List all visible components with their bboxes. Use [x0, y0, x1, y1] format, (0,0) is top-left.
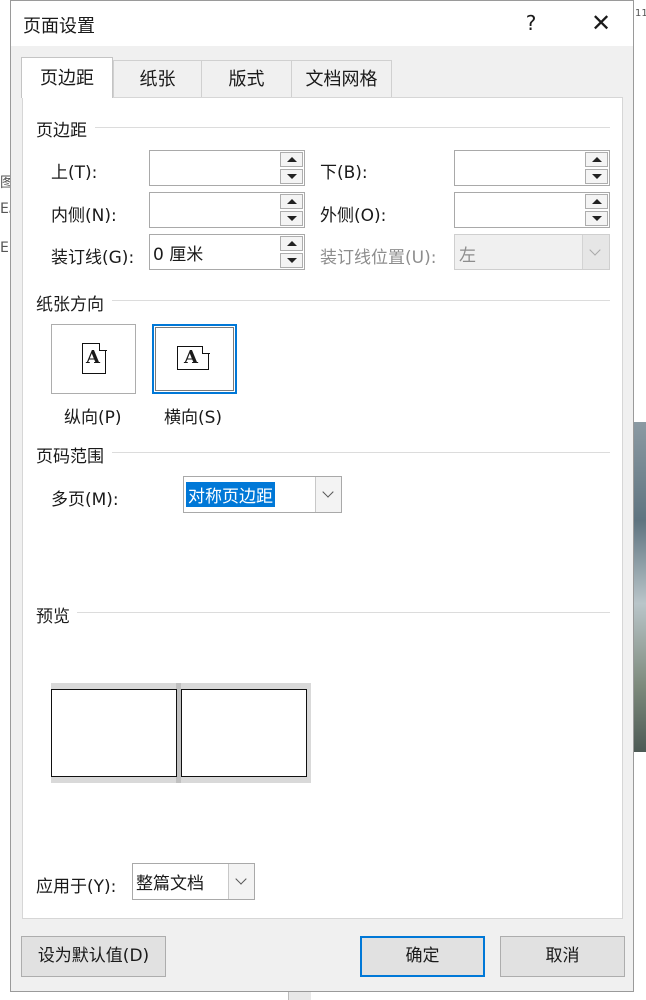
spin-down-icon[interactable] [280, 169, 303, 184]
landscape-label: 横向(S) [164, 408, 223, 428]
spin-up-icon[interactable] [585, 152, 608, 167]
orientation-section-title: 纸张方向 [36, 295, 104, 315]
ok-button[interactable]: 确定 [360, 936, 485, 977]
multiple-pages-select[interactable]: 对称页边距 [183, 476, 342, 513]
gutter-position-label: 装订线位置(U): [320, 248, 437, 268]
outside-margin-label: 外侧(O): [320, 206, 387, 226]
bottom-margin-spinner[interactable] [454, 150, 610, 186]
title-bar: 页面设置 ? ✕ [11, 1, 633, 46]
section-divider [112, 300, 610, 301]
preview-left-page [51, 689, 177, 777]
spin-down-icon[interactable] [280, 211, 303, 226]
portrait-page-icon: A [82, 342, 107, 374]
gutter-label: 装订线(G): [51, 248, 135, 268]
landscape-page-icon: A [177, 345, 210, 370]
chevron-down-icon [235, 873, 247, 885]
chevron-down-icon [589, 244, 601, 256]
dropdown-button [582, 235, 609, 269]
spin-up-icon[interactable] [280, 194, 303, 209]
spin-up-icon[interactable] [585, 194, 608, 209]
background-mark: 11 [635, 8, 646, 19]
apply-to-select[interactable]: 整篇文档 [132, 863, 255, 900]
gutter-spinner[interactable]: 0 厘米 [149, 234, 305, 270]
cancel-button[interactable]: 取消 [500, 936, 625, 977]
multiple-pages-value: 对称页边距 [186, 482, 275, 507]
margins-section-title: 页边距 [36, 121, 87, 141]
dropdown-button[interactable] [228, 864, 254, 899]
spin-up-icon[interactable] [280, 152, 303, 167]
tab-layout[interactable]: 版式 [201, 60, 292, 97]
apply-to-label: 应用于(Y): [36, 877, 117, 897]
top-margin-spinner[interactable] [149, 150, 305, 186]
section-divider [95, 127, 610, 128]
section-divider [112, 452, 610, 453]
landscape-button[interactable]: A [152, 324, 237, 394]
gutter-position-select: 左 [454, 234, 610, 270]
outside-margin-spinner[interactable] [454, 192, 610, 228]
set-default-button[interactable]: 设为默认值(D) [21, 936, 166, 977]
portrait-button[interactable]: A [51, 324, 136, 394]
tab-paper[interactable]: 纸张 [113, 60, 202, 97]
dropdown-button[interactable] [315, 477, 341, 512]
section-divider [77, 612, 610, 613]
page-setup-dialog: 页面设置 ? ✕ 页边距 纸张 版式 文档网格 页边距 上(T): 下(B): … [10, 0, 634, 992]
apply-to-value: 整篇文档 [136, 874, 204, 894]
spin-down-icon[interactable] [585, 169, 608, 184]
preview-section-title: 预览 [36, 607, 70, 627]
close-button[interactable]: ✕ [585, 7, 617, 39]
chevron-down-icon [322, 486, 334, 498]
gutter-position-value: 左 [459, 246, 476, 266]
preview-right-page [181, 689, 307, 777]
dialog-title: 页面设置 [23, 16, 95, 37]
inside-margin-label: 内侧(N): [51, 206, 117, 226]
background-text: E [0, 240, 9, 256]
tab-margins[interactable]: 页边距 [21, 57, 113, 98]
pages-section-title: 页码范围 [36, 447, 104, 467]
top-margin-label: 上(T): [51, 163, 98, 183]
multiple-pages-label: 多页(M): [51, 490, 119, 510]
spin-down-icon[interactable] [280, 253, 303, 268]
bottom-margin-label: 下(B): [320, 163, 368, 183]
inside-margin-spinner[interactable] [149, 192, 305, 228]
spin-up-icon[interactable] [280, 236, 303, 251]
portrait-label: 纵向(P) [64, 408, 122, 428]
tab-document-grid[interactable]: 文档网格 [291, 60, 392, 97]
background-image [634, 422, 646, 752]
gutter-value: 0 厘米 [153, 245, 204, 265]
spin-down-icon[interactable] [585, 211, 608, 226]
help-button[interactable]: ? [515, 7, 547, 39]
